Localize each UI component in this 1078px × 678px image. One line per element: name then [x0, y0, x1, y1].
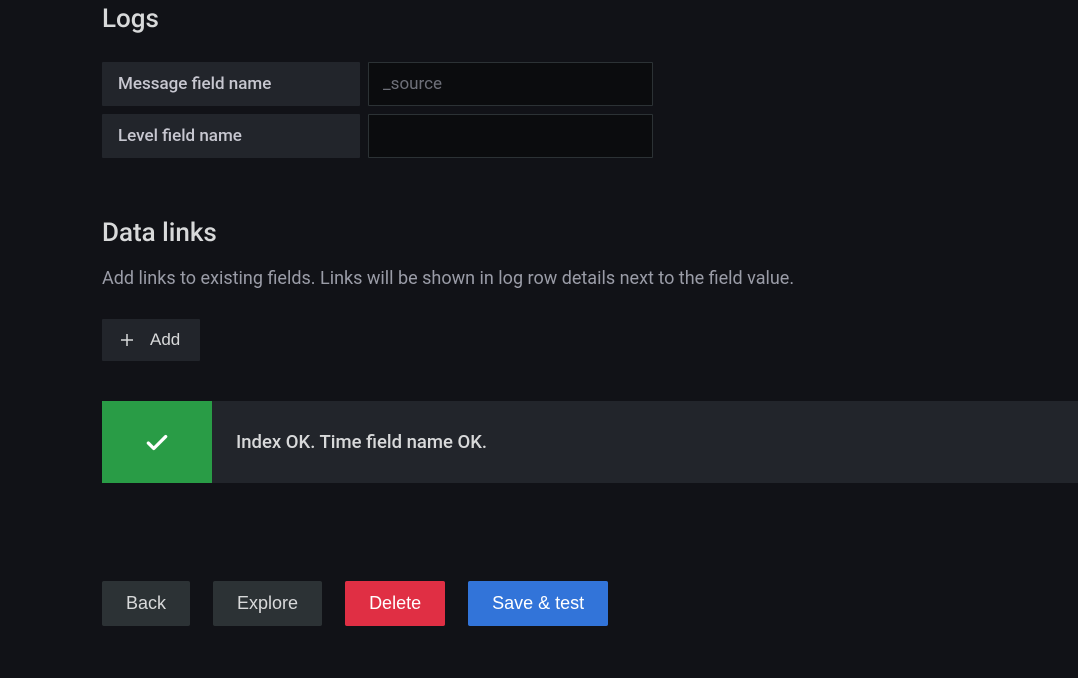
delete-button[interactable]: Delete	[345, 581, 445, 626]
data-links-section-title: Data links	[102, 218, 1078, 248]
back-button[interactable]: Back	[102, 581, 190, 626]
message-field-row: Message field name	[102, 62, 1078, 106]
level-field-input[interactable]	[368, 114, 653, 158]
level-field-label: Level field name	[102, 114, 360, 158]
explore-button[interactable]: Explore	[213, 581, 322, 626]
plus-icon	[118, 331, 136, 349]
alert-icon-box	[102, 401, 212, 483]
logs-section-title: Logs	[102, 4, 1078, 34]
save-test-button[interactable]: Save & test	[468, 581, 608, 626]
add-button-label: Add	[150, 330, 180, 350]
success-alert: Index OK. Time field name OK.	[102, 401, 1078, 483]
message-field-input[interactable]	[368, 62, 653, 106]
alert-message: Index OK. Time field name OK.	[212, 401, 511, 483]
button-row: Back Explore Delete Save & test	[102, 581, 1078, 626]
add-button[interactable]: Add	[102, 319, 200, 361]
level-field-row: Level field name	[102, 114, 1078, 158]
data-links-description: Add links to existing fields. Links will…	[102, 266, 1078, 291]
message-field-label: Message field name	[102, 62, 360, 106]
check-icon	[144, 429, 170, 455]
